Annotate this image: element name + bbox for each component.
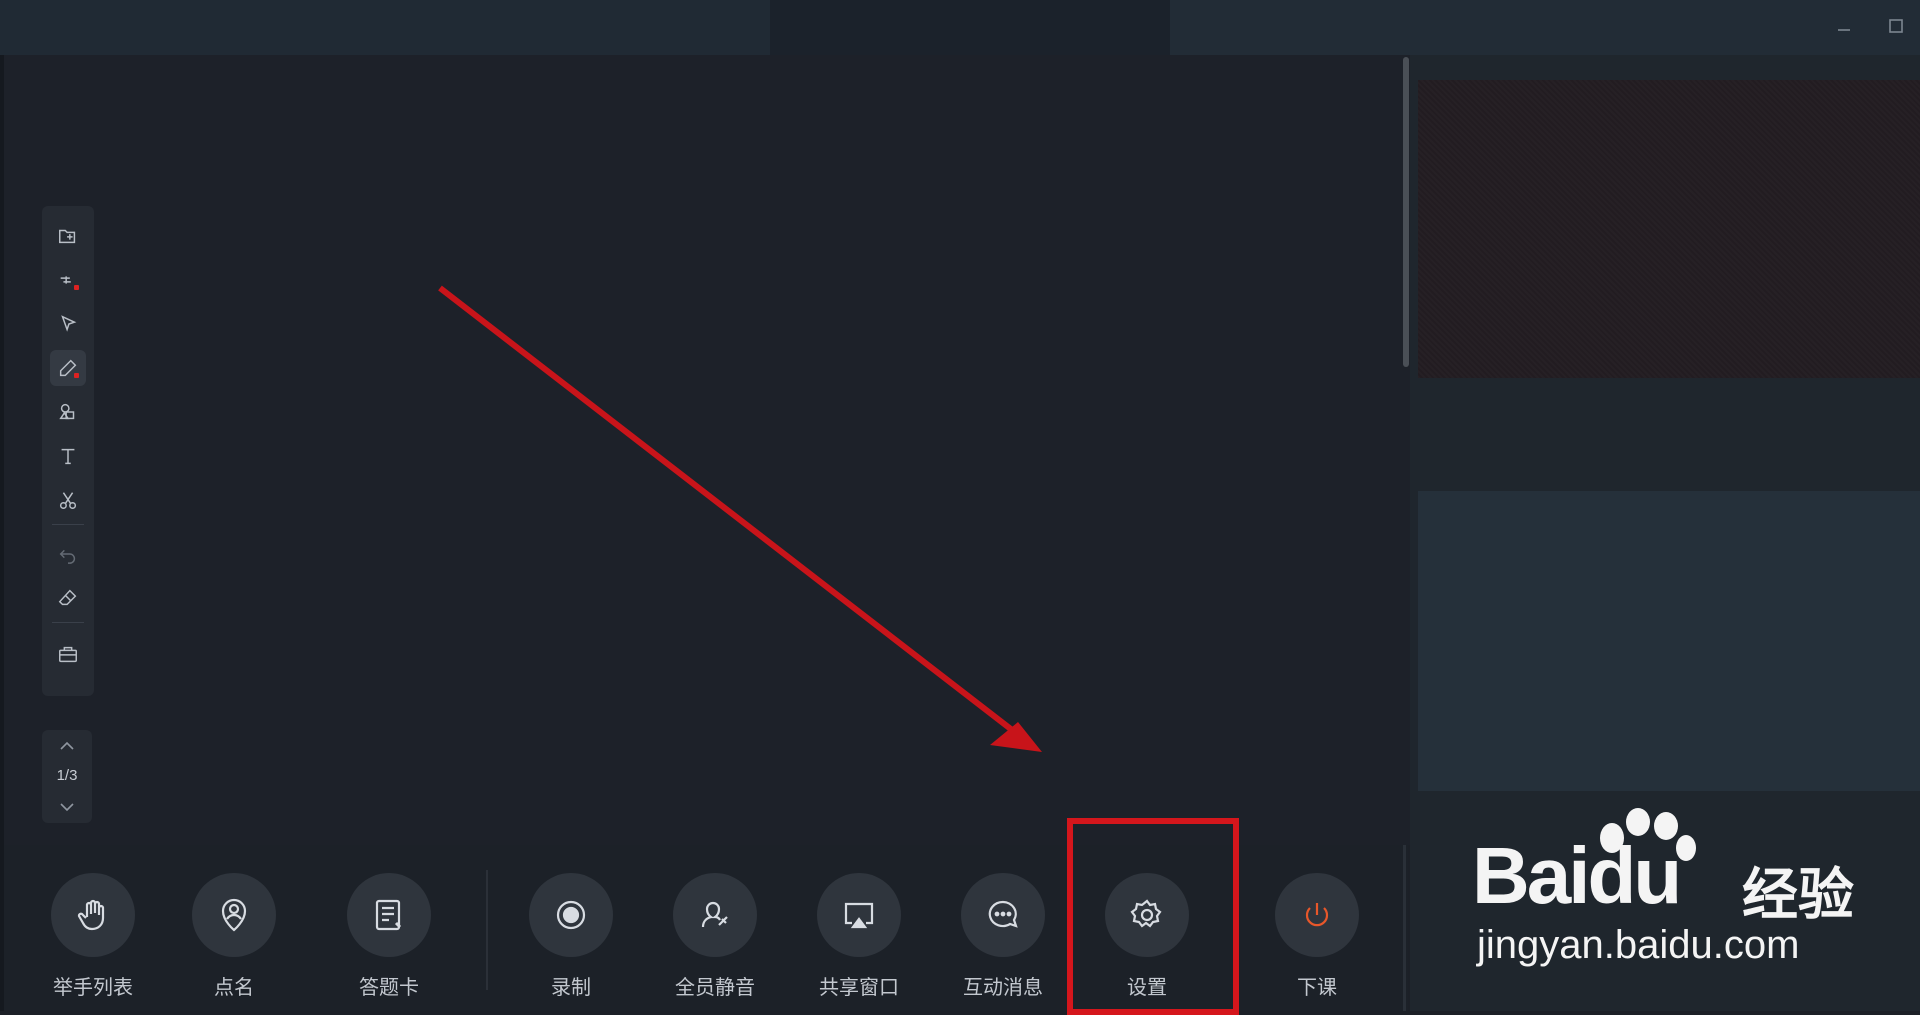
minimize-icon[interactable] bbox=[1832, 14, 1856, 38]
whiteboard-toolbar bbox=[42, 206, 94, 696]
student-video-area bbox=[1418, 491, 1920, 791]
end-class-label: 下课 bbox=[1297, 977, 1337, 999]
select-arrow-icon[interactable] bbox=[50, 306, 86, 342]
add-page-icon[interactable] bbox=[50, 218, 86, 254]
toolbox-icon[interactable] bbox=[50, 636, 86, 672]
location-user-icon bbox=[221, 898, 247, 932]
chevron-up-icon[interactable] bbox=[55, 736, 79, 756]
scrollbar-thumb[interactable] bbox=[1403, 57, 1409, 367]
toolbar-divider bbox=[52, 524, 84, 525]
share-window-button[interactable]: 共享窗口 bbox=[794, 873, 924, 1000]
laser-pointer-icon[interactable] bbox=[50, 262, 86, 298]
panel-divider bbox=[1403, 845, 1406, 1011]
page-navigator: 1/3 bbox=[42, 730, 92, 823]
chevron-down-icon[interactable] bbox=[55, 797, 79, 817]
scissors-icon[interactable] bbox=[50, 482, 86, 518]
raise-hand-icon bbox=[77, 899, 105, 931]
share-window-label: 共享窗口 bbox=[819, 977, 899, 999]
bottom-bar-divider bbox=[486, 870, 488, 990]
eraser-icon[interactable] bbox=[50, 580, 86, 616]
end-class-button[interactable]: 下课 bbox=[1252, 873, 1382, 1000]
share-window-icon bbox=[844, 902, 874, 929]
interactive-messages-label: 互动消息 bbox=[963, 977, 1043, 999]
mute-all-icon bbox=[701, 901, 728, 928]
baidu-jingyan-watermark: Baidu 经验 jingyan.baidu.com bbox=[1472, 808, 1920, 1011]
record-icon bbox=[556, 900, 586, 930]
shapes-icon[interactable] bbox=[50, 394, 86, 430]
interactive-messages-button[interactable]: 互动消息 bbox=[938, 873, 1068, 1000]
whiteboard-canvas[interactable] bbox=[4, 55, 1402, 845]
roll-call-label: 点名 bbox=[214, 977, 254, 999]
watermark-brand-text: 经验 bbox=[1742, 863, 1854, 926]
toolbar-divider bbox=[52, 622, 84, 623]
power-icon bbox=[1305, 903, 1329, 927]
maximize-icon[interactable] bbox=[1884, 14, 1908, 38]
roll-call-button[interactable]: 点名 bbox=[169, 873, 299, 1000]
record-label: 录制 bbox=[551, 977, 591, 999]
mute-all-button[interactable]: 全员静音 bbox=[650, 873, 780, 1000]
canvas-scrollbar[interactable] bbox=[1402, 55, 1410, 845]
undo-icon[interactable] bbox=[50, 536, 86, 572]
teacher-video-preview bbox=[1418, 80, 1920, 378]
mute-all-label: 全员静音 bbox=[675, 977, 755, 999]
record-button[interactable]: 录制 bbox=[506, 873, 636, 1000]
watermark-logo-text: Baidu bbox=[1472, 831, 1682, 920]
answer-card-button[interactable]: 答题卡 bbox=[324, 873, 454, 1000]
page-indicator: 1/3 bbox=[56, 767, 78, 784]
pen-icon[interactable] bbox=[50, 350, 86, 386]
raise-hand-list-label: 举手列表 bbox=[53, 977, 133, 999]
raise-hand-list-button[interactable]: 举手列表 bbox=[28, 873, 158, 1000]
title-bar bbox=[0, 0, 1920, 55]
annotation-highlight-box bbox=[1067, 818, 1239, 1015]
answer-card-icon bbox=[375, 899, 402, 931]
text-icon[interactable] bbox=[50, 438, 86, 474]
watermark-url: jingyan.baidu.com bbox=[1477, 923, 1800, 967]
answer-card-label: 答题卡 bbox=[359, 977, 419, 999]
chat-icon bbox=[988, 900, 1018, 928]
